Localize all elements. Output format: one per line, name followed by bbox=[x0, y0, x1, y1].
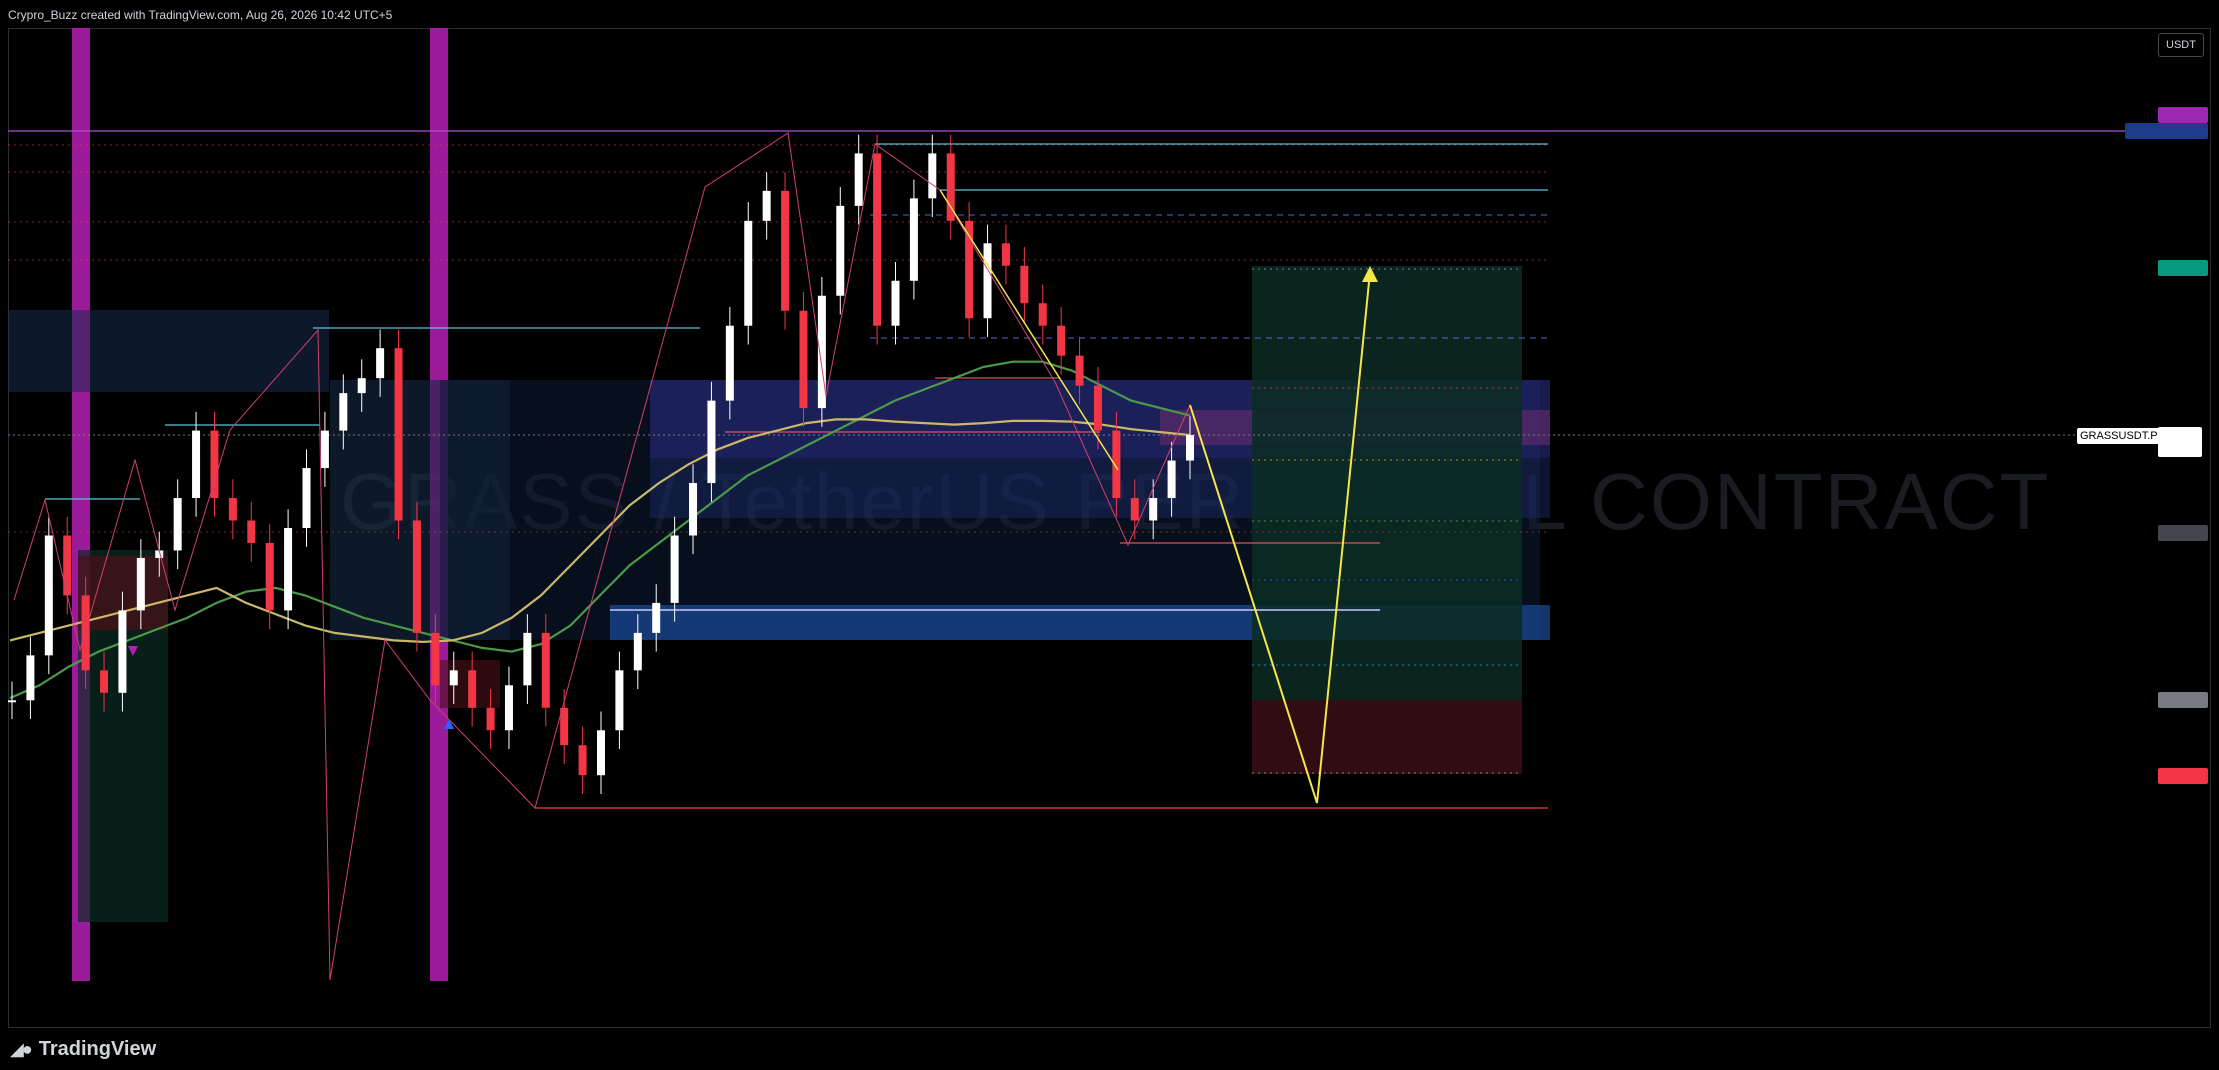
candle-body bbox=[615, 670, 624, 731]
candle-body bbox=[725, 325, 734, 401]
candle-body bbox=[376, 348, 385, 379]
candle-body bbox=[26, 655, 35, 701]
candle-body bbox=[707, 400, 716, 484]
candle-body bbox=[1038, 303, 1047, 326]
price-tag-bg bbox=[2158, 768, 2208, 784]
brand[interactable]: ◢● TradingView bbox=[10, 1028, 156, 1070]
candle-body bbox=[1093, 385, 1102, 431]
take-profit-zone bbox=[1252, 266, 1522, 700]
candle-body bbox=[781, 190, 790, 311]
price-tag-bg bbox=[2158, 260, 2208, 276]
candle-body bbox=[854, 153, 863, 206]
candle-body bbox=[1001, 243, 1010, 266]
candle-body bbox=[689, 483, 698, 536]
last-price-tag bbox=[2158, 427, 2202, 457]
candle-body bbox=[928, 153, 937, 199]
candle-body bbox=[909, 198, 918, 281]
candle-body bbox=[762, 190, 771, 221]
candle-body bbox=[247, 520, 256, 543]
candle-body bbox=[1167, 460, 1176, 499]
candle-body bbox=[8, 700, 16, 703]
candle-body bbox=[504, 685, 513, 731]
candle-body bbox=[81, 595, 90, 671]
candle-body bbox=[449, 670, 458, 686]
candle-body bbox=[284, 527, 293, 611]
candle-body bbox=[1075, 355, 1084, 386]
bottom-bar bbox=[0, 1028, 2219, 1070]
candle-body bbox=[670, 535, 679, 603]
candle-body bbox=[523, 632, 532, 686]
candle-body bbox=[302, 468, 311, 528]
candle-body bbox=[1186, 435, 1194, 461]
candle-body bbox=[836, 205, 845, 296]
candle-body bbox=[799, 310, 808, 409]
candle-body bbox=[192, 430, 201, 499]
price-tag-bg bbox=[2158, 123, 2208, 139]
candle-body bbox=[1057, 325, 1066, 356]
price-tag-bg bbox=[2125, 123, 2161, 139]
candle-body bbox=[1130, 498, 1139, 521]
candle-body bbox=[983, 243, 992, 319]
candle-body bbox=[357, 378, 366, 394]
supply-zone bbox=[9, 310, 329, 392]
candle-body bbox=[891, 280, 900, 326]
candle-body bbox=[320, 430, 329, 469]
candle-body bbox=[633, 632, 642, 671]
candle-body bbox=[873, 153, 882, 326]
candle-body bbox=[44, 535, 53, 656]
candle-body bbox=[468, 670, 477, 708]
candle-body bbox=[578, 745, 587, 776]
candle-body bbox=[817, 295, 826, 409]
candle-body bbox=[652, 602, 661, 633]
candle-body bbox=[744, 220, 753, 326]
candle-body bbox=[431, 632, 440, 686]
candle-body bbox=[394, 348, 403, 521]
symbol-name-tag: GRASSUSDT.P bbox=[2077, 428, 2161, 444]
price-tag-bg bbox=[2158, 692, 2208, 708]
price-tag-bg bbox=[2158, 525, 2208, 541]
candle-body bbox=[486, 707, 495, 731]
candle-body bbox=[210, 430, 219, 499]
stop-loss-zone bbox=[1252, 700, 1522, 774]
candle-body bbox=[118, 610, 127, 693]
chart-canvas[interactable] bbox=[0, 0, 2219, 1070]
candle-body bbox=[100, 670, 109, 693]
candle-body bbox=[63, 535, 72, 596]
candle-body bbox=[136, 557, 145, 611]
candle-body bbox=[597, 730, 605, 776]
candle-body bbox=[265, 542, 274, 611]
price-tag-bg bbox=[2158, 107, 2208, 123]
candle-body bbox=[412, 520, 421, 633]
tradingview-logo-icon: ◢● bbox=[10, 1038, 33, 1059]
candle-body bbox=[1149, 498, 1158, 521]
candle-body bbox=[228, 498, 237, 521]
candle-body bbox=[173, 498, 182, 551]
candle-body bbox=[541, 632, 550, 708]
brand-name: TradingView bbox=[38, 1037, 157, 1060]
candle-body bbox=[339, 393, 348, 431]
candle-body bbox=[1020, 265, 1029, 304]
currency-button[interactable]: USDT bbox=[2158, 33, 2204, 57]
